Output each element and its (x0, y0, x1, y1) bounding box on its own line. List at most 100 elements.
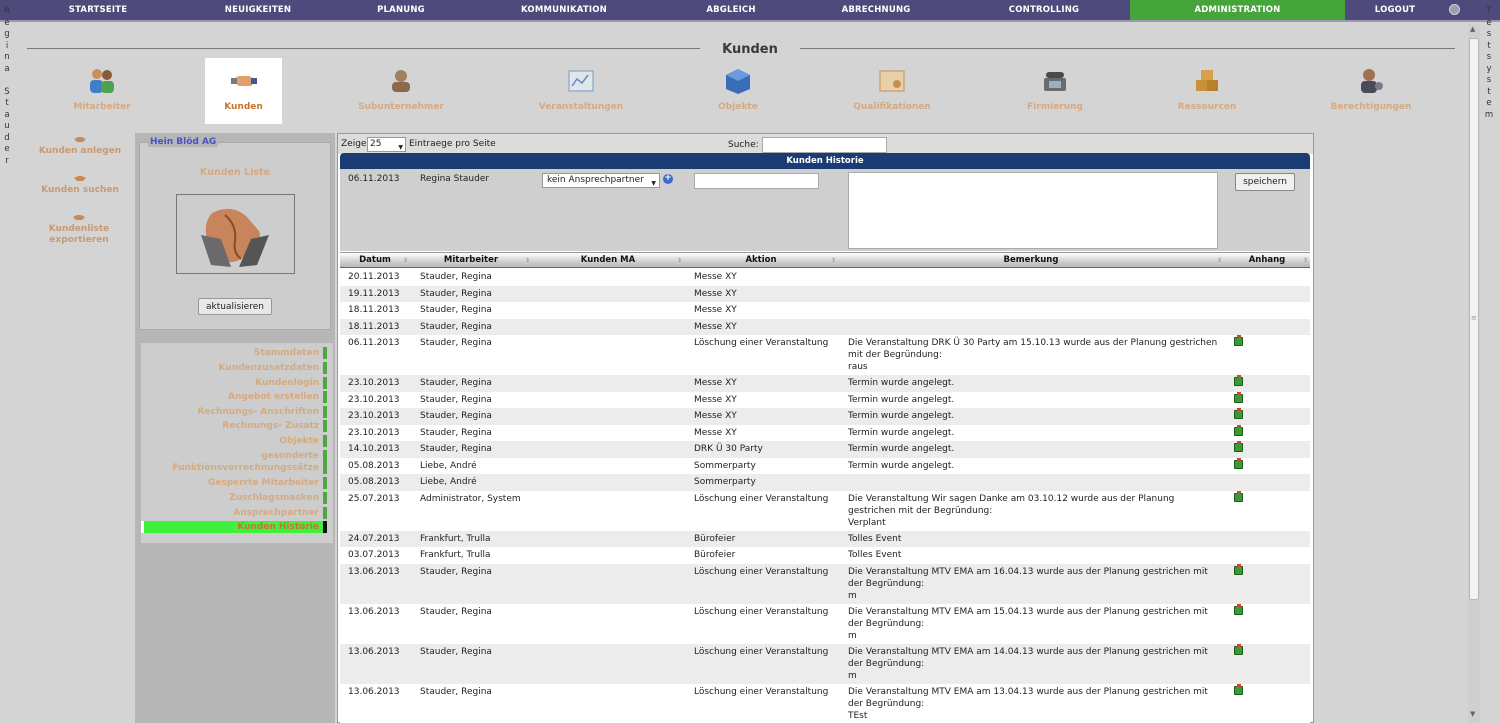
nav-administration[interactable]: ADMINISTRATION (1130, 0, 1345, 20)
contact-person-select[interactable]: kein Ansprechpartner ▼ (542, 173, 660, 188)
cell-employee: Frankfurt, Trulla (420, 550, 491, 560)
submenu-angebot-erstellen[interactable]: Angebot erstellen (141, 391, 327, 403)
module-label: Firmierung (1027, 102, 1083, 112)
module-label: Objekte (718, 102, 758, 112)
scroll-down-icon[interactable]: ▼ (1470, 710, 1475, 718)
attachment-icon[interactable] (1234, 683, 1243, 695)
submenu-gesonderte-funktionsverrechnungssaetze[interactable]: gesonderte Funktionsverrechnungssätze (141, 450, 327, 474)
attachment-icon[interactable] (1234, 335, 1243, 346)
nav-controlling[interactable]: CONTROLLING (984, 0, 1104, 20)
attachment-icon[interactable] (1234, 375, 1243, 386)
nav-kommunikation[interactable]: KOMMUNIKATION (499, 0, 629, 20)
attachment-icon[interactable] (1234, 563, 1243, 575)
attachment-icon[interactable] (1234, 457, 1243, 469)
column-kunden-ma[interactable]: Kunden MA ⇕ (532, 253, 684, 268)
table-row[interactable]: 23.10.2013 Stauder, Regina Messe XY Termin … (340, 408, 1310, 425)
refresh-button[interactable]: aktualisieren (198, 298, 272, 315)
table-row[interactable]: 19.11.2013 Stauder, Regina Messe XY (340, 285, 1310, 302)
table-row[interactable]: 18.11.2013 Stauder, Regina Messe XY (340, 318, 1310, 335)
column-anhang[interactable]: Anhang ⇕ (1224, 253, 1310, 268)
table-row[interactable]: 05.08.2013 Liebe, André Sommerparty Termin … (340, 457, 1310, 474)
submenu-rechnungs-anschriften[interactable]: Rechnungs- Anschriften (141, 406, 327, 418)
nav-startseite[interactable]: STARTSEITE (38, 0, 158, 20)
cell-employee: Stauder, Regina (420, 288, 492, 299)
table-row[interactable]: 13.06.2013 Stauder, Regina Löschung einer … (340, 563, 1310, 604)
vertical-letter: e (1486, 17, 1492, 28)
action-input[interactable] (694, 173, 819, 189)
subcontractor-icon (392, 70, 410, 92)
column-bemerkung[interactable]: Bemerkung ⇕ (838, 253, 1224, 268)
table-row[interactable]: 23.10.2013 Stauder, Regina Messe XY Termin … (340, 391, 1310, 408)
action-kundenliste-exportieren[interactable]: Kundenliste exportieren (30, 213, 128, 246)
submenu-ansprechpartner[interactable]: Ansprechpartner (141, 507, 327, 519)
cell-remark: Termin wurde angelegt. (848, 378, 955, 388)
submenu-kunden-historie[interactable]: Kunden Historie (141, 521, 327, 533)
module-label: Berechtigungen (1330, 102, 1412, 112)
cell-remark: Die Veranstaltung MTV EMA am 13.04.13 wu… (848, 686, 1208, 721)
attachment-icon[interactable] (1234, 603, 1243, 615)
submenu-gesperrte-mitarbeiter[interactable]: Gesperrte Mitarbeiter (141, 477, 327, 489)
scroll-up-icon[interactable]: ▲ (1470, 25, 1475, 33)
table-row[interactable]: 20.11.2013 Stauder, Regina Messe XY (340, 269, 1310, 286)
cell-date: 03.07.2013 (348, 550, 400, 560)
module-subunternehmer[interactable]: Subunternehmer (351, 58, 451, 124)
cell-date: 24.07.2013 (348, 533, 400, 544)
save-button[interactable]: speichern (1235, 173, 1295, 191)
table-row[interactable]: 13.06.2013 Stauder, Regina Löschung einer … (340, 683, 1310, 723)
submenu-zuschlagsmasken[interactable]: Zuschlagsmasken (141, 492, 327, 504)
action-kunden-anlegen[interactable]: Kunden anlegen (30, 135, 130, 157)
customer-list-link[interactable]: Kunden Liste (160, 167, 310, 178)
attachment-icon[interactable] (1234, 408, 1243, 419)
add-contact-icon[interactable]: + (663, 174, 673, 184)
attachment-icon[interactable] (1234, 424, 1243, 436)
nav-abgleich[interactable]: ABGLEICH (671, 0, 791, 20)
cell-remark: Termin wurde angelegt. (848, 394, 955, 405)
search-input[interactable] (762, 137, 887, 153)
module-kunden[interactable]: Kunden (205, 58, 282, 124)
nav-neuigkeiten[interactable]: NEUIGKEITEN (198, 0, 318, 20)
attachment-icon[interactable] (1234, 391, 1243, 403)
table-row[interactable]: 03.07.2013 Frankfurt, Trulla Bürofeier Toll… (340, 547, 1310, 564)
vertical-letter: s (1486, 75, 1492, 85)
module-objekte[interactable]: Objekte (703, 58, 773, 124)
table-row[interactable]: 18.11.2013 Stauder, Regina Messe XY (340, 302, 1310, 319)
nav-logout[interactable]: LOGOUT (1360, 0, 1430, 20)
remark-textarea[interactable] (848, 172, 1218, 249)
nav-abrechnung[interactable]: ABRECHNUNG (816, 0, 936, 20)
cell-employee: Stauder, Regina (420, 646, 492, 657)
column-mitarbeiter[interactable]: Mitarbeiter ⇕ (410, 253, 532, 268)
attachment-icon[interactable] (1234, 441, 1243, 452)
module-qualifikationen[interactable]: Qualifikationen (842, 58, 942, 124)
entries-per-page-select[interactable]: 25 ▼ (367, 137, 406, 152)
logout-icon[interactable] (1449, 4, 1460, 15)
attachment-cell (1234, 424, 1244, 436)
action-kunden-suchen[interactable]: Kunden suchen (30, 174, 130, 196)
table-row[interactable]: 24.07.2013 Frankfurt, Trulla Bürofeier Toll… (340, 530, 1310, 547)
table-row[interactable]: 25.07.2013 Administrator, System Löschung … (340, 490, 1310, 531)
table-row[interactable]: 23.10.2013 Stauder, Regina Messe XY Termin … (340, 375, 1310, 392)
table-row[interactable]: 23.10.2013 Stauder, Regina Messe XY Termin … (340, 424, 1310, 441)
module-mitarbeiter[interactable]: Mitarbeiter (62, 58, 142, 124)
module-berechtigungen[interactable]: Berechtigungen (1321, 58, 1421, 124)
cell-employee: Stauder, Regina (420, 686, 492, 697)
table-row[interactable]: 14.10.2013 Stauder, Regina DRK Ü 30 Party T… (340, 441, 1310, 458)
table-row[interactable]: 13.06.2013 Stauder, Regina Löschung einer … (340, 643, 1310, 684)
column-aktion[interactable]: Aktion ⇕ (684, 253, 838, 268)
attachment-icon[interactable] (1234, 643, 1243, 655)
nav-planung[interactable]: PLANUNG (341, 0, 461, 20)
table-row[interactable]: 06.11.2013 Stauder, Regina Löschung einer … (340, 335, 1310, 375)
attachment-icon[interactable] (1234, 490, 1243, 502)
submenu-objekte[interactable]: Objekte (141, 435, 327, 447)
module-veranstaltungen[interactable]: Veranstaltungen (531, 58, 631, 124)
submenu-stammdaten[interactable]: Stammdaten (141, 347, 327, 359)
column-datum[interactable]: Datum ⇕ (340, 253, 410, 268)
table-row[interactable]: 13.06.2013 Stauder, Regina Löschung einer … (340, 603, 1310, 644)
module-ressourcen[interactable]: Ressourcen (1167, 58, 1247, 124)
module-firmierung[interactable]: Firmierung (1015, 58, 1095, 124)
table-row[interactable]: 05.08.2013 Liebe, André Sommerparty (340, 474, 1310, 491)
cell-date: 13.06.2013 (348, 686, 400, 697)
submenu-kundenlogin[interactable]: Kundenlogin (141, 377, 327, 389)
submenu-rechnungs-zusatz[interactable]: Rechnungs- Zusatz (141, 420, 327, 432)
attachment-cell (1234, 441, 1244, 452)
submenu-kundenzusatzdaten[interactable]: Kundenzusatzdaten (141, 362, 327, 374)
